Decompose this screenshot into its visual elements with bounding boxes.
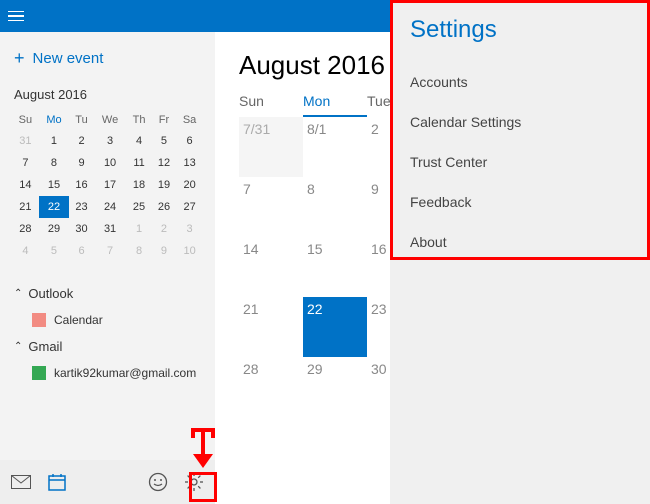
- accounts-list: ⌃ Outlook Calendar ⌃ Gmail kartik92kumar@gmai…: [0, 270, 215, 386]
- calendar-color-swatch: [32, 313, 46, 327]
- main-day-cell[interactable]: 7/31: [239, 117, 303, 177]
- main-day-cell[interactable]: 28: [239, 357, 303, 417]
- mini-cal-day[interactable]: 3: [94, 130, 126, 152]
- account-header[interactable]: ⌃ Outlook: [14, 280, 201, 307]
- mini-cal-day[interactable]: 2: [69, 130, 94, 152]
- account-name: Gmail: [28, 339, 62, 354]
- settings-item[interactable]: Feedback: [410, 182, 630, 222]
- mini-cal-dow: Tu: [69, 110, 94, 130]
- mini-cal-day[interactable]: 10: [176, 240, 203, 262]
- mini-cal-day[interactable]: 22: [39, 196, 69, 218]
- settings-item[interactable]: Calendar Settings: [410, 102, 630, 142]
- mini-cal-day[interactable]: 11: [126, 152, 152, 174]
- mini-cal-day[interactable]: 16: [69, 174, 94, 196]
- mini-cal-day[interactable]: 29: [39, 218, 69, 240]
- mini-cal-day[interactable]: 4: [12, 240, 39, 262]
- mini-cal-day[interactable]: 24: [94, 196, 126, 218]
- mini-cal-day[interactable]: 23: [69, 196, 94, 218]
- main-day-cell[interactable]: 29: [303, 357, 367, 417]
- settings-item[interactable]: Trust Center: [410, 142, 630, 182]
- mail-icon[interactable]: [10, 471, 32, 493]
- mini-cal-day[interactable]: 9: [152, 240, 176, 262]
- mini-cal-day[interactable]: 7: [94, 240, 126, 262]
- chevron-down-icon: ⌃: [14, 341, 22, 352]
- mini-cal-day[interactable]: 2: [152, 218, 176, 240]
- account-name: Outlook: [28, 286, 73, 301]
- calendar-item[interactable]: Calendar: [14, 307, 201, 333]
- settings-gear-icon[interactable]: [183, 471, 205, 493]
- mini-cal-day[interactable]: 20: [176, 174, 203, 196]
- account-header[interactable]: ⌃ Gmail: [14, 333, 201, 360]
- mini-cal-day[interactable]: 7: [12, 152, 39, 174]
- calendar-label: Calendar: [54, 313, 103, 327]
- mini-cal-day[interactable]: 8: [126, 240, 152, 262]
- sidebar: + New event August 2016 SuMoTuWeThFrSa 3…: [0, 32, 215, 504]
- mini-cal-day[interactable]: 6: [176, 130, 203, 152]
- main-day-cell[interactable]: 14: [239, 237, 303, 297]
- plus-icon: +: [14, 48, 25, 69]
- settings-panel: Settings AccountsCalendar SettingsTrust …: [390, 0, 650, 504]
- mini-cal-day[interactable]: 15: [39, 174, 69, 196]
- main-day-cell[interactable]: 8: [303, 177, 367, 237]
- mini-calendar: August 2016 SuMoTuWeThFrSa 3112345678910…: [0, 83, 215, 270]
- mini-cal-day[interactable]: 27: [176, 196, 203, 218]
- chevron-down-icon: ⌃: [14, 288, 22, 299]
- mini-cal-day[interactable]: 5: [39, 240, 69, 262]
- main-dow-cell: Sun: [239, 93, 303, 117]
- mini-cal-day[interactable]: 14: [12, 174, 39, 196]
- mini-cal-day[interactable]: 3: [176, 218, 203, 240]
- sidebar-bottom-bar: [0, 460, 215, 504]
- calendar-item[interactable]: kartik92kumar@gmail.com: [14, 360, 201, 386]
- mini-cal-day[interactable]: 9: [69, 152, 94, 174]
- mini-cal-dow: Sa: [176, 110, 203, 130]
- settings-title: Settings: [410, 16, 630, 44]
- mini-cal-day[interactable]: 21: [12, 196, 39, 218]
- mini-cal-day[interactable]: 1: [126, 218, 152, 240]
- mini-cal-dow: Su: [12, 110, 39, 130]
- calendar-color-swatch: [32, 366, 46, 380]
- mini-cal-day[interactable]: 10: [94, 152, 126, 174]
- new-event-label: New event: [33, 50, 104, 67]
- mini-cal-day[interactable]: 4: [126, 130, 152, 152]
- mini-cal-day[interactable]: 30: [69, 218, 94, 240]
- settings-item[interactable]: About: [410, 222, 630, 262]
- mini-cal-day[interactable]: 5: [152, 130, 176, 152]
- mini-cal-day[interactable]: 17: [94, 174, 126, 196]
- calendar-icon[interactable]: [46, 471, 68, 493]
- new-event-button[interactable]: + New event: [0, 32, 215, 83]
- mini-cal-day[interactable]: 26: [152, 196, 176, 218]
- main-day-cell[interactable]: 22: [303, 297, 367, 357]
- mini-cal-day[interactable]: 19: [152, 174, 176, 196]
- mini-cal-day[interactable]: 1: [39, 130, 69, 152]
- mini-calendar-title: August 2016: [12, 83, 203, 110]
- main-day-cell[interactable]: 7: [239, 177, 303, 237]
- settings-item[interactable]: Accounts: [410, 62, 630, 102]
- mini-cal-day[interactable]: 25: [126, 196, 152, 218]
- mini-cal-dow: Fr: [152, 110, 176, 130]
- mini-cal-day[interactable]: 6: [69, 240, 94, 262]
- main-day-cell[interactable]: 8/1: [303, 117, 367, 177]
- mini-cal-day[interactable]: 31: [12, 130, 39, 152]
- main-day-cell[interactable]: 15: [303, 237, 367, 297]
- mini-cal-dow: Mo: [39, 110, 69, 130]
- main-dow-cell: Mon: [303, 93, 367, 117]
- main-day-cell[interactable]: 21: [239, 297, 303, 357]
- mini-cal-day[interactable]: 13: [176, 152, 203, 174]
- mini-cal-day[interactable]: 31: [94, 218, 126, 240]
- mini-cal-day[interactable]: 12: [152, 152, 176, 174]
- mini-cal-day[interactable]: 18: [126, 174, 152, 196]
- calendar-label: kartik92kumar@gmail.com: [54, 366, 196, 380]
- hamburger-menu-icon[interactable]: [8, 11, 24, 22]
- feedback-smile-icon[interactable]: [147, 471, 169, 493]
- mini-cal-day[interactable]: 8: [39, 152, 69, 174]
- mini-cal-day[interactable]: 28: [12, 218, 39, 240]
- mini-cal-dow: Th: [126, 110, 152, 130]
- mini-cal-dow: We: [94, 110, 126, 130]
